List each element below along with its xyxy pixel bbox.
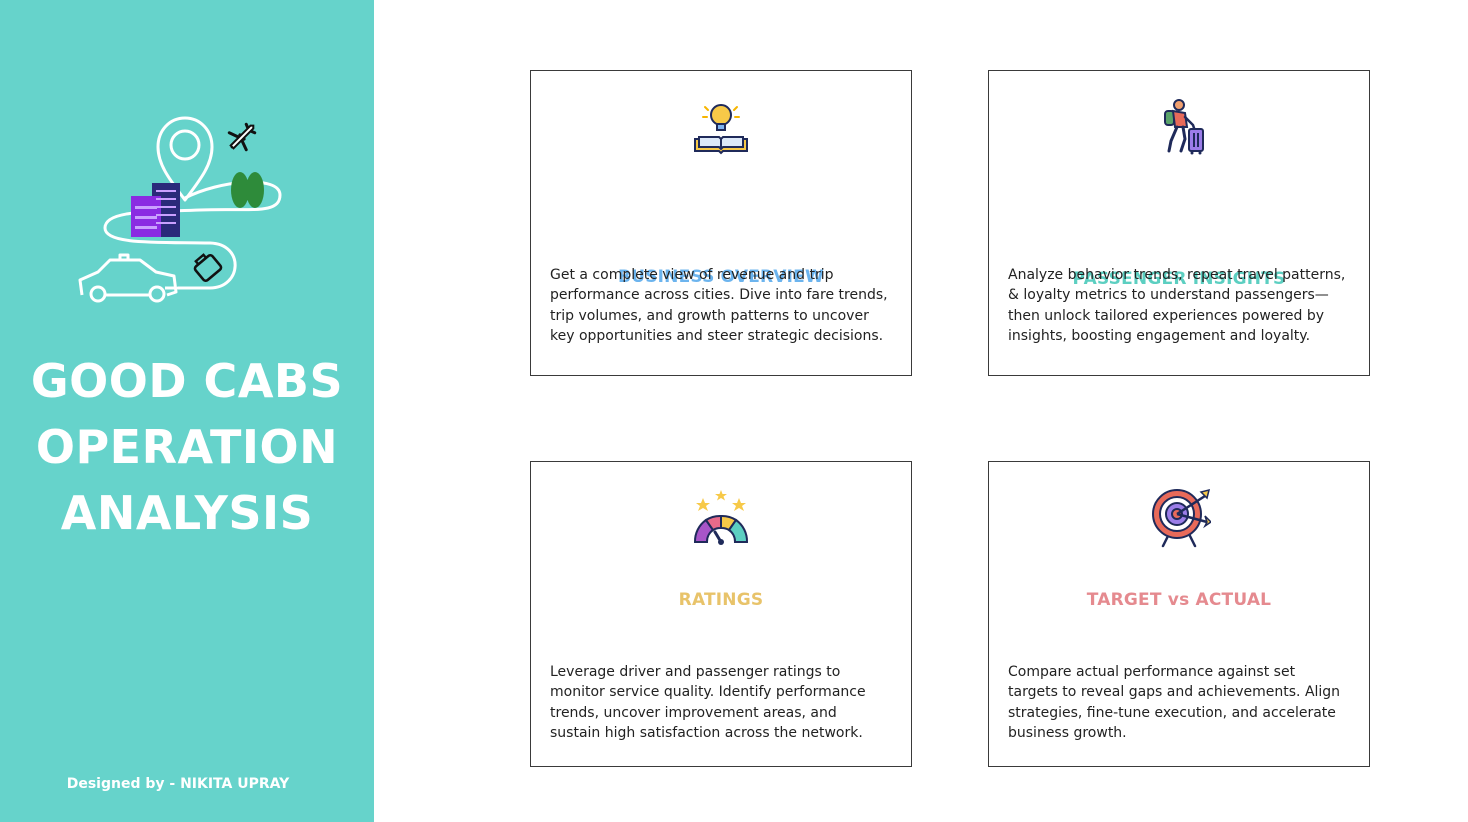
app-title: GOOD CABS OPERATION ANALYSIS: [0, 348, 374, 546]
app-title-line-3: ANALYSIS: [60, 486, 314, 540]
lightbulb-book-icon: [694, 104, 748, 155]
home-page: GOOD CABS OPERATION ANALYSIS Designed by…: [0, 0, 1468, 822]
card-description: Get a complete view of revenue and trip …: [550, 267, 888, 344]
target-vs-actual-card[interactable]: TARGET vs ACTUAL Compare actual performa…: [988, 461, 1370, 767]
card-description: Analyze behavior trends, repeat travel p…: [1008, 267, 1346, 344]
card-title: TARGET vs ACTUAL: [1086, 590, 1272, 610]
car-icon: [78, 253, 178, 303]
suitcase-icon: [193, 253, 223, 283]
travel-route-illustration: [78, 116, 282, 303]
target-arrows-icon: [1152, 488, 1211, 548]
card-description: Compare actual performance against set t…: [1008, 664, 1341, 741]
traveler-luggage-icon: [1164, 99, 1204, 155]
business-overview-card[interactable]: BUSINESS OVERVIEW Get a complete view of…: [530, 70, 912, 376]
ratings-card[interactable]: RATINGS Leverage driver and passenger ra…: [530, 461, 912, 767]
sidebar: GOOD CABS OPERATION ANALYSIS Designed by…: [0, 0, 374, 822]
card-description: Leverage driver and passenger ratings to…: [550, 664, 866, 741]
rating-gauge-icon: [693, 490, 749, 545]
designer-credit: Designed by - NIKITA UPRAY: [66, 776, 290, 792]
card-title: RATINGS: [678, 590, 764, 610]
app-title-line-2: OPERATION: [35, 420, 339, 474]
passenger-insights-card[interactable]: PASSENGER INSIGHTS Analyze behavior tren…: [988, 70, 1370, 376]
app-title-line-1: GOOD CABS: [30, 354, 344, 408]
airplane-icon: [227, 122, 257, 152]
